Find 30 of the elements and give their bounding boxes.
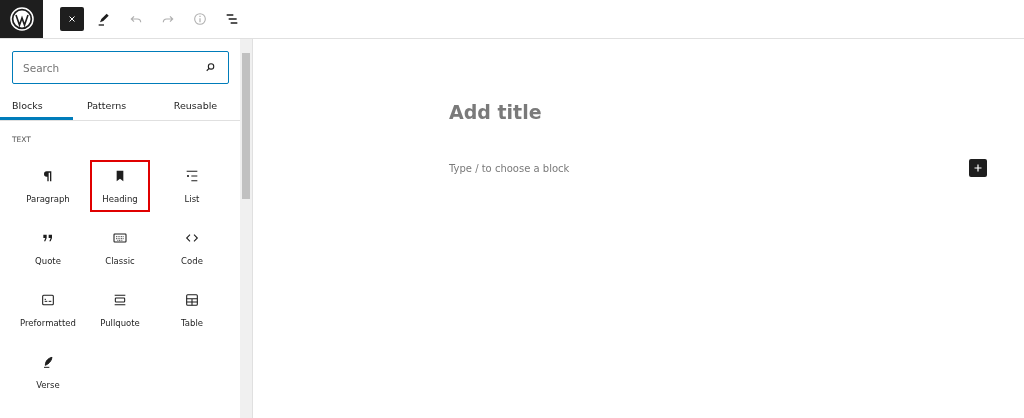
block-item[interactable]: Paragraph bbox=[18, 160, 78, 212]
search-icon bbox=[204, 61, 217, 74]
wordpress-logo[interactable] bbox=[0, 0, 43, 38]
block-item[interactable]: Quote bbox=[18, 222, 78, 274]
block-item[interactable]: Heading bbox=[90, 160, 150, 212]
plus-icon bbox=[972, 162, 984, 174]
pencil-icon bbox=[96, 11, 112, 27]
list-icon bbox=[184, 168, 200, 184]
preformatted-icon bbox=[40, 292, 56, 308]
block-item[interactable]: Pullquote bbox=[90, 284, 150, 336]
title-placeholder[interactable]: Add title bbox=[449, 101, 542, 123]
close-button[interactable] bbox=[60, 7, 84, 31]
block-item[interactable]: Code bbox=[162, 222, 222, 274]
block-item[interactable]: Preformatted bbox=[18, 284, 78, 336]
scrollbar[interactable] bbox=[240, 39, 253, 418]
add-block-button[interactable] bbox=[969, 159, 987, 177]
pullquote-icon bbox=[112, 292, 128, 308]
tab[interactable]: Blocks bbox=[0, 94, 73, 120]
block-item[interactable]: Verse bbox=[18, 346, 78, 398]
block-item[interactable]: Table bbox=[162, 284, 222, 336]
info-icon bbox=[192, 11, 208, 27]
search-field[interactable]: Search bbox=[12, 51, 229, 84]
block-placeholder[interactable]: Type / to choose a block bbox=[449, 162, 570, 174]
tab[interactable]: Reusable bbox=[151, 94, 240, 120]
keyboard-icon bbox=[112, 230, 128, 246]
list-view-icon bbox=[224, 11, 240, 27]
tab[interactable]: Patterns bbox=[73, 94, 151, 120]
block-item[interactable]: Classic bbox=[90, 222, 150, 274]
table-icon bbox=[184, 292, 200, 308]
block-item[interactable]: List bbox=[162, 160, 222, 212]
